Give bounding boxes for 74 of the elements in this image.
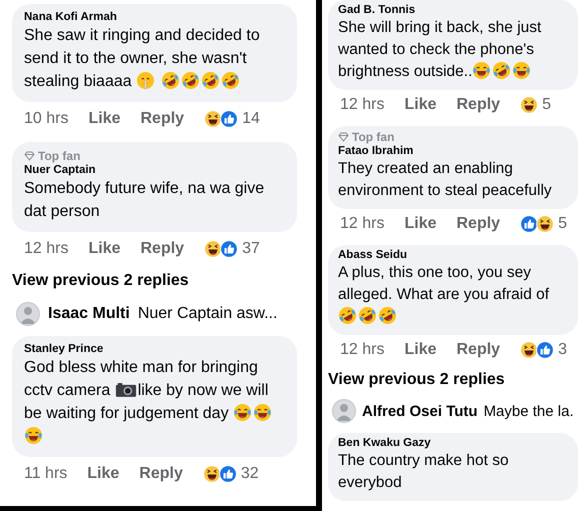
laughing-face-icon bbox=[253, 403, 272, 422]
laughing-reaction-icon bbox=[204, 240, 222, 258]
thumbs-up-reaction-icon bbox=[220, 110, 238, 128]
avatar bbox=[332, 399, 356, 423]
laughing-reaction-icon bbox=[204, 110, 222, 128]
thumbs-up-reaction-icon bbox=[536, 341, 554, 359]
like-link[interactable]: Like bbox=[404, 215, 436, 233]
reaction-count: 14 bbox=[242, 110, 260, 128]
laughing-face-icon bbox=[472, 61, 492, 80]
comment-text: Somebody future wife, na wa give dat person bbox=[24, 179, 266, 222]
top-fan-badge: Top fan bbox=[338, 130, 568, 144]
rolling-laughing-face-icon bbox=[358, 306, 377, 325]
view-replies-link[interactable]: View previous 2 replies bbox=[12, 272, 316, 302]
reply-author[interactable]: Isaac Multi bbox=[48, 305, 130, 323]
reaction-count: 3 bbox=[558, 341, 567, 359]
laughing-reaction-icon bbox=[520, 96, 538, 114]
camera-icon bbox=[114, 380, 137, 399]
view-replies-link[interactable]: View previous 2 replies bbox=[328, 371, 582, 399]
commenter-name[interactable]: Ben Kwaku Gazy bbox=[338, 437, 568, 449]
like-link[interactable]: Like bbox=[404, 96, 436, 114]
comment-text: They created an enabling environment to steal peacefully bbox=[338, 159, 553, 201]
like-link[interactable]: Like bbox=[88, 110, 120, 128]
rolling-laughing-face-icon bbox=[378, 306, 397, 325]
thumbs-up-reaction-icon bbox=[520, 215, 538, 233]
comment-time: 12 hrs bbox=[340, 341, 384, 359]
laughing-face-icon bbox=[24, 426, 43, 445]
comment-text: She saw it ringing and decided to send it to the owner, she wasn't stealing biaaaa bbox=[24, 26, 261, 92]
reply-link[interactable]: Reply bbox=[456, 341, 500, 359]
rolling-laughing-face-icon bbox=[161, 71, 180, 90]
commenter-name[interactable]: Stanley Prince bbox=[24, 343, 285, 355]
reply-link[interactable]: Reply bbox=[140, 240, 184, 258]
reaction-count: 5 bbox=[542, 96, 551, 114]
thumbs-up-reaction-icon bbox=[218, 465, 237, 483]
commenter-name[interactable]: Fatao Ibrahim bbox=[338, 145, 568, 157]
comment-time: 12 hrs bbox=[340, 96, 384, 114]
avatar bbox=[16, 302, 40, 326]
reply-link[interactable]: Reply bbox=[140, 110, 184, 128]
shushing-face-icon bbox=[136, 71, 156, 90]
like-link[interactable]: Like bbox=[88, 240, 120, 258]
laughing-face-icon bbox=[512, 61, 532, 80]
reply-preview: Nuer Captain asw... bbox=[138, 305, 278, 323]
commenter-name[interactable]: Nuer Captain bbox=[24, 164, 285, 176]
laughing-reaction-icon bbox=[202, 465, 221, 483]
reply-link[interactable]: Reply bbox=[139, 465, 183, 483]
commenter-name[interactable]: Nana Kofi Armah bbox=[24, 11, 285, 23]
reaction-count: 37 bbox=[242, 240, 260, 258]
comment-time: 12 hrs bbox=[24, 240, 68, 258]
commenter-name[interactable]: Gad B. Tonnis bbox=[338, 4, 568, 16]
like-link[interactable]: Like bbox=[87, 465, 120, 483]
reply-author[interactable]: Alfred Osei Tutu bbox=[362, 402, 478, 420]
reaction-count: 32 bbox=[240, 465, 259, 483]
rolling-laughing-face-icon bbox=[492, 61, 512, 80]
laughing-reaction-icon bbox=[536, 215, 554, 233]
comment-time: 11 hrs bbox=[24, 465, 68, 483]
rolling-laughing-face-icon bbox=[338, 306, 357, 325]
rolling-laughing-face-icon bbox=[201, 71, 220, 90]
laughing-face-icon bbox=[233, 403, 252, 422]
comment-text: God bless white man for bringing cctv camera like by now we will be waiting for judgement day bbox=[24, 356, 285, 448]
reaction-count: 5 bbox=[558, 215, 567, 233]
top-fan-badge: Top fan bbox=[24, 149, 285, 163]
thumbs-up-reaction-icon bbox=[220, 240, 238, 258]
comment-text: A plus, this one too, you sey alleged. What are you afraid of bbox=[338, 262, 568, 328]
like-link[interactable]: Like bbox=[404, 341, 436, 359]
reply-preview: Maybe the la. bbox=[484, 402, 574, 420]
commenter-name[interactable]: Abass Seidu bbox=[338, 249, 568, 261]
comment-text: She will bring it back, she just wanted to check the phone's brightness outside.. bbox=[338, 18, 542, 82]
comment-time: 12 hrs bbox=[340, 215, 384, 233]
comment-time: 10 hrs bbox=[24, 110, 68, 128]
reply-link[interactable]: Reply bbox=[456, 215, 500, 233]
comment-text: The country make hot so everybod bbox=[338, 451, 510, 493]
rolling-laughing-face-icon bbox=[181, 71, 200, 90]
rolling-laughing-face-icon bbox=[221, 71, 240, 90]
reply-link[interactable]: Reply bbox=[456, 96, 500, 114]
laughing-reaction-icon bbox=[520, 341, 538, 359]
